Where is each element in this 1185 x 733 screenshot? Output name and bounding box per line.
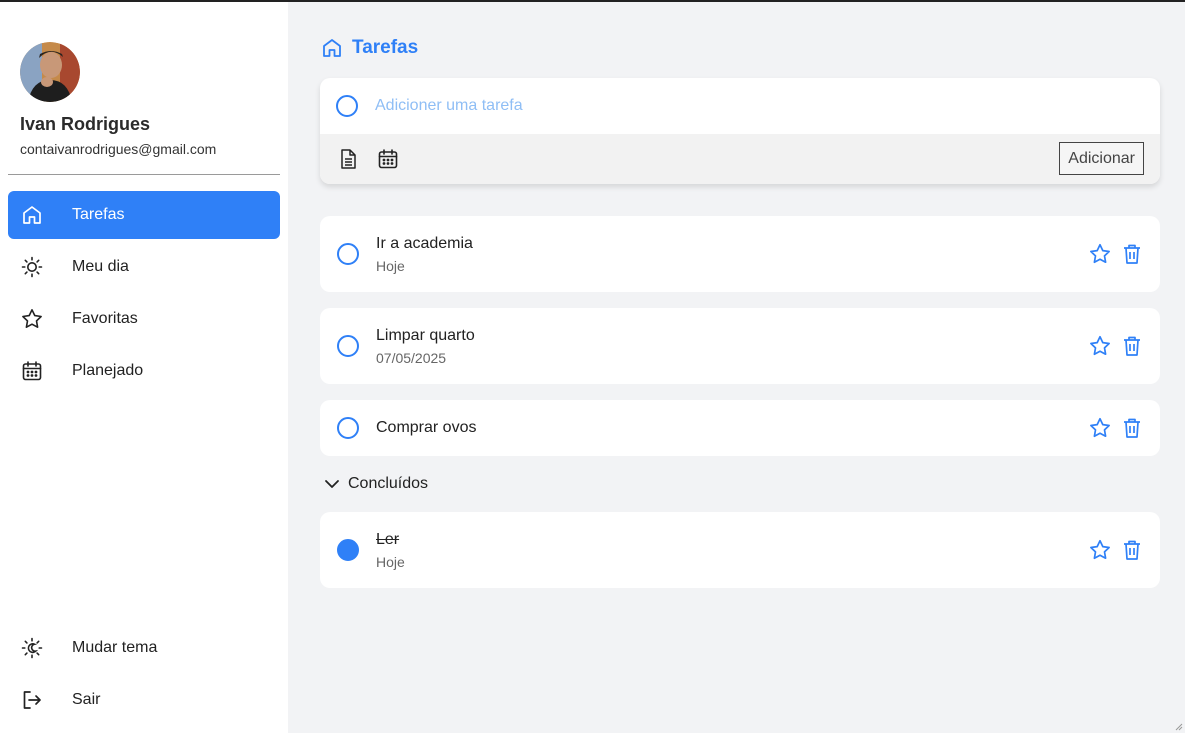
task-title: Ir a academia — [376, 234, 473, 252]
chevron-down-icon — [325, 480, 339, 488]
add-task-input[interactable] — [375, 97, 1075, 115]
trash-icon[interactable] — [1120, 538, 1144, 562]
task-checkbox — [336, 95, 358, 117]
sidebar-item-meu-dia[interactable]: Meu dia — [8, 243, 280, 291]
task-actions — [1088, 334, 1144, 358]
star-icon[interactable] — [1088, 242, 1112, 266]
star-icon[interactable] — [1088, 416, 1112, 440]
completed-section-label: Concluídos — [348, 475, 429, 492]
user-email: contaivanrodrigues@gmail.com — [20, 141, 217, 157]
task-date: Hoje — [376, 553, 405, 570]
trash-icon[interactable] — [1120, 416, 1144, 440]
task-actions — [1088, 416, 1144, 440]
add-task-toolbar: Adicionar — [320, 134, 1160, 184]
logout-icon — [23, 691, 41, 709]
trash-icon[interactable] — [1120, 242, 1144, 266]
completed-task-item[interactable]: Ler Hoje — [320, 512, 1160, 588]
task-actions — [1088, 538, 1144, 562]
trash-icon[interactable] — [1120, 334, 1144, 358]
avatar — [20, 42, 80, 102]
task-date: Hoje — [376, 257, 405, 274]
sidebar-item-label: Tarefas — [72, 206, 125, 223]
sidebar: Ivan Rodrigues contaivanrodrigues@gmail.… — [0, 2, 288, 733]
sidebar-item-favoritas[interactable]: Favoritas — [8, 295, 280, 343]
sidebar-item-tarefas[interactable]: Tarefas — [8, 191, 280, 239]
task-text: Limpar quarto 07/05/2025 — [376, 327, 475, 366]
star-icon[interactable] — [1088, 334, 1112, 358]
task-checkbox[interactable] — [337, 243, 359, 265]
star-icon — [22, 309, 42, 328]
task-checkbox[interactable] — [337, 335, 359, 357]
calendar-icon — [22, 361, 42, 381]
task-title: Comprar ovos — [376, 419, 477, 436]
page-title-text: Tarefas — [352, 37, 419, 58]
task-item[interactable]: Comprar ovos — [320, 400, 1160, 456]
task-checkbox[interactable] — [337, 417, 359, 439]
sidebar-item-label: Planejado — [72, 362, 144, 379]
profile — [20, 42, 80, 102]
home-icon — [23, 206, 41, 224]
sidebar-item-sair[interactable]: Sair — [8, 676, 280, 724]
task-date: 07/05/2025 — [376, 349, 447, 366]
resize-grip-icon[interactable] — [1175, 723, 1183, 731]
sidebar-item-mudar-tema[interactable]: Mudar tema — [8, 624, 280, 672]
user-name: Ivan Rodrigues — [20, 114, 151, 134]
add-task-row — [320, 78, 1160, 134]
calendar-icon[interactable] — [376, 147, 400, 171]
task-checkbox-checked[interactable] — [337, 539, 359, 561]
task-text: Ir a academia Hoje — [376, 235, 473, 274]
task-text: Comprar ovos — [376, 419, 476, 437]
task-text: Ler Hoje — [376, 531, 405, 570]
sidebar-item-label: Favoritas — [72, 310, 138, 327]
task-title: Limpar quarto — [376, 326, 475, 344]
page-title: Tarefas — [320, 36, 418, 60]
note-icon[interactable] — [336, 147, 360, 171]
sidebar-item-label: Meu dia — [72, 258, 129, 275]
sun-icon — [21, 256, 43, 278]
sidebar-divider — [8, 174, 280, 175]
add-task-card: Adicionar — [320, 78, 1160, 184]
main-content: Tarefas Adicionar Ir a academia Hoje Lim… — [288, 2, 1185, 733]
add-task-button[interactable]: Adicionar — [1059, 142, 1144, 175]
star-icon[interactable] — [1088, 538, 1112, 562]
home-icon — [323, 39, 341, 57]
completed-section-toggle[interactable]: Concluídos — [322, 474, 428, 494]
sidebar-item-planejado[interactable]: Planejado — [8, 347, 280, 395]
theme-icon — [21, 637, 43, 659]
task-actions — [1088, 242, 1144, 266]
task-title: Ler — [376, 530, 400, 548]
sidebar-item-label: Mudar tema — [72, 639, 158, 656]
task-item[interactable]: Ir a academia Hoje — [320, 216, 1160, 292]
sidebar-item-label: Sair — [72, 691, 101, 708]
task-item[interactable]: Limpar quarto 07/05/2025 — [320, 308, 1160, 384]
